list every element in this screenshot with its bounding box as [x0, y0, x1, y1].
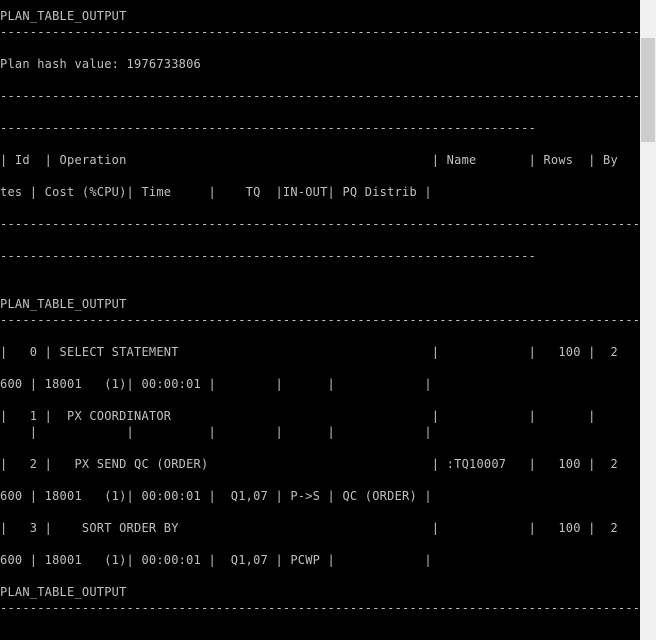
console-line-header: PLAN_TABLE_OUTPUT	[0, 297, 127, 311]
console-line-separator: ----------------------------------------…	[0, 25, 640, 39]
console-line-col-headers: | Id | Operation | Name | Rows | By	[0, 153, 618, 167]
console-line-plan-row-cont: | | | | | |	[0, 425, 432, 439]
console-line-separator: ----------------------------------------…	[0, 121, 537, 135]
console-line-plan-hash: Plan hash value: 1976733806	[0, 57, 202, 71]
console-line-plan-row: | 1 | PX COORDINATOR | | |	[0, 409, 596, 423]
console-line-separator: ----------------------------------------…	[0, 249, 537, 263]
console-line-header: PLAN_TABLE_OUTPUT	[0, 585, 127, 599]
console-line-separator: ----------------------------------------…	[0, 89, 640, 103]
console-line-plan-row: | 0 | SELECT STATEMENT | | 100 | 2	[0, 345, 618, 359]
console-line-plan-row-cont: 600 | 18001 (1)| 00:00:01 | Q1,07 | P->S…	[0, 489, 432, 503]
console-line-header: PLAN_TABLE_OUTPUT	[0, 9, 127, 23]
console-line-separator: ----------------------------------------…	[0, 217, 640, 231]
console-line-separator: ----------------------------------------…	[0, 313, 640, 327]
console-line-plan-row-cont: 600 | 18001 (1)| 00:00:01 | | | |	[0, 377, 432, 391]
console-output[interactable]: PLAN_TABLE_OUTPUT ----------------------…	[0, 0, 640, 640]
console-line-plan-row-cont: 600 | 18001 (1)| 00:00:01 | Q1,07 | PCWP…	[0, 553, 432, 567]
console-line-plan-row: | 2 | PX SEND QC (ORDER) | :TQ10007 | 10…	[0, 457, 618, 471]
console-line-separator: ----------------------------------------…	[0, 601, 640, 615]
console-line-plan-row: | 3 | SORT ORDER BY | | 100 | 2	[0, 521, 618, 535]
vertical-scrollbar[interactable]	[640, 0, 656, 640]
console-line-col-headers-cont: tes | Cost (%CPU)| Time | TQ |IN-OUT| PQ…	[0, 185, 432, 199]
scrollbar-thumb[interactable]	[641, 38, 655, 142]
